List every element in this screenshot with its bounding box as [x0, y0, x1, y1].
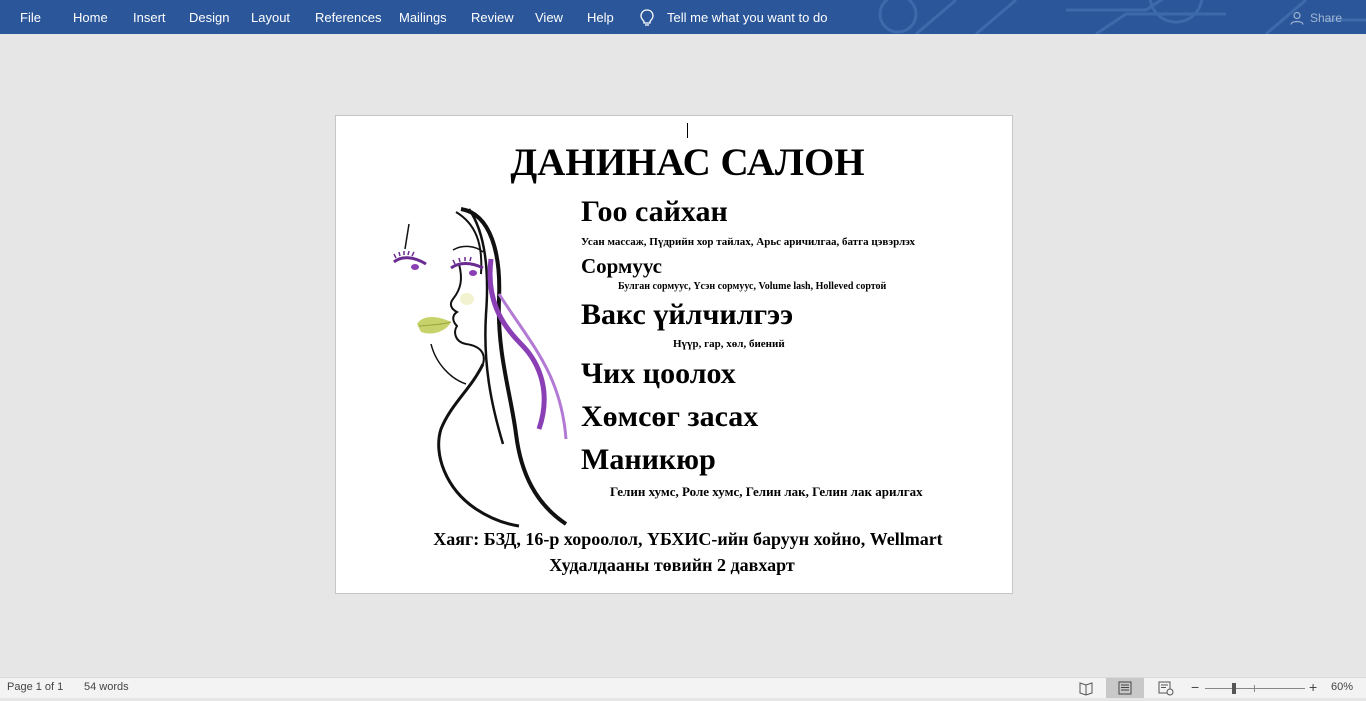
- page-icon: [1118, 681, 1132, 695]
- tab-review[interactable]: Review: [471, 0, 514, 34]
- zoom-slider-thumb[interactable]: [1232, 683, 1236, 694]
- service-heading-manicure: Маникюр: [581, 443, 716, 476]
- tab-layout[interactable]: Layout: [251, 0, 290, 34]
- service-heading-beauty: Гоо сайхан: [581, 195, 728, 228]
- web-layout-icon: [1158, 681, 1174, 696]
- zoom-slider-track[interactable]: [1205, 688, 1305, 689]
- service-detail-lashes: Булган сормуус, Үсэн сормуус, Volume las…: [618, 281, 887, 292]
- woman-face-illustration: [393, 207, 568, 528]
- text-cursor: [687, 123, 688, 138]
- book-icon: [1079, 682, 1093, 696]
- lightbulb-icon: [640, 9, 654, 26]
- tab-file[interactable]: File: [20, 0, 41, 34]
- service-heading-piercing: Чих цоолох: [581, 357, 736, 390]
- tell-me-search[interactable]: Tell me what you want to do: [667, 0, 827, 34]
- share-button[interactable]: Share: [1290, 0, 1342, 34]
- web-layout-button[interactable]: [1146, 678, 1184, 698]
- ribbon-decoration: [878, 0, 1366, 34]
- status-bar: Page 1 of 1 54 words − + 60%: [0, 677, 1366, 698]
- print-layout-button[interactable]: [1106, 678, 1144, 698]
- zoom-out-button[interactable]: −: [1191, 679, 1199, 695]
- read-mode-button[interactable]: [1067, 678, 1105, 698]
- service-detail-beauty: Усан массаж, Пүдрийн хор тайлах, Арьс ар…: [581, 236, 915, 248]
- service-detail-manicure: Гелин хумс, Роле хумс, Гелин лак, Гелин …: [610, 484, 923, 499]
- tab-insert[interactable]: Insert: [133, 0, 166, 34]
- tab-view[interactable]: View: [535, 0, 563, 34]
- share-label: Share: [1309, 11, 1342, 25]
- zoom-in-button[interactable]: +: [1309, 679, 1317, 695]
- address-line-2: Худалдааны төвийн 2 давхарт: [549, 555, 795, 575]
- tab-mailings[interactable]: Mailings: [399, 0, 447, 34]
- page-count[interactable]: Page 1 of 1: [7, 681, 63, 693]
- document-title: ДАНИНАС САЛОН: [510, 141, 865, 184]
- service-detail-wax: Нүүр, гар, хөл, биений: [673, 338, 785, 350]
- tab-references[interactable]: References: [315, 0, 381, 34]
- service-heading-lashes: Сормуус: [581, 254, 663, 278]
- address-line-1: Хаяг: БЗД, 16-р хороолол, ҮБХИС-ийн бару…: [433, 529, 943, 549]
- tab-home[interactable]: Home: [73, 0, 108, 34]
- tab-design[interactable]: Design: [189, 0, 229, 34]
- service-heading-brows: Хөмсөг засах: [581, 400, 759, 433]
- document-page[interactable]: ДАНИНАС САЛОН Гоо сайхан Усан массаж, Пү…: [335, 115, 1013, 594]
- service-heading-wax: Вакс үйлчилгээ: [581, 298, 794, 331]
- ribbon-tab-bar: File Home Insert Design Layout Reference…: [0, 0, 1366, 34]
- word-count[interactable]: 54 words: [84, 681, 129, 693]
- person-icon: [1290, 11, 1304, 25]
- tab-help[interactable]: Help: [587, 0, 614, 34]
- zoom-level[interactable]: 60%: [1331, 681, 1353, 693]
- zoom-slider-center-mark: [1254, 685, 1255, 692]
